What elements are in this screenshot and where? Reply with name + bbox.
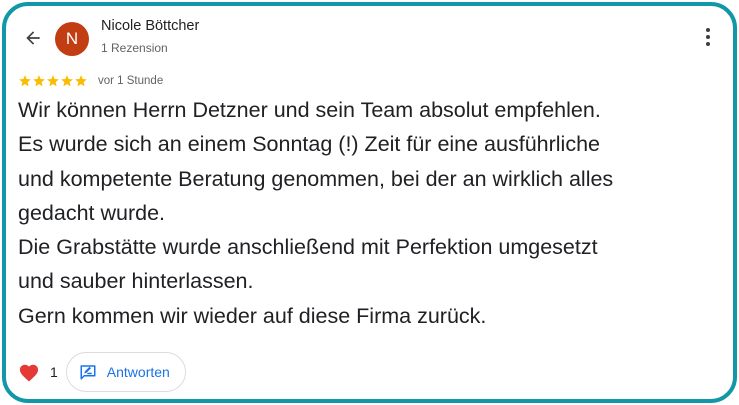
review-text-line: Die Grabstätte wurde anschließend mit Pe…: [18, 235, 598, 260]
review-text: Wir können Herrn Detzner und sein Team a…: [18, 93, 723, 333]
star-icon: [47, 75, 59, 87]
review-text-line: und kompetente Beratung genommen, bei de…: [18, 166, 614, 191]
rating-row: vor 1 Stunde: [18, 74, 163, 88]
author-review-count: 1 Rezension: [101, 41, 168, 55]
reply-icon: [80, 365, 96, 380]
arrow-back-icon: [26, 31, 40, 45]
star-icon: [33, 75, 45, 87]
star-icon: [61, 75, 73, 87]
review-text-line: Gern kommen wir wieder auf diese Firma z…: [18, 303, 487, 328]
more-options-button[interactable]: [703, 26, 713, 48]
review-text-line: und sauber hinterlassen.: [18, 269, 254, 294]
like-button[interactable]: [18, 362, 40, 382]
star-icon: [75, 75, 87, 87]
back-button[interactable]: [20, 25, 46, 51]
heart-icon: [19, 364, 39, 382]
author-name[interactable]: Nicole Böttcher: [101, 18, 199, 34]
review-text-line: Es wurde sich an einem Sonntag (!) Zeit …: [18, 132, 600, 157]
star-icon: [19, 75, 31, 87]
reply-button[interactable]: Antworten: [65, 352, 186, 392]
review-text-line: gedacht wurde.: [18, 200, 166, 225]
review-actions: 1 Antworten: [18, 352, 186, 392]
more-vert-icon: [706, 28, 710, 32]
reply-label: Antworten: [106, 364, 170, 380]
review-text-line: Wir können Herrn Detzner und sein Team a…: [18, 98, 601, 122]
like-count: 1: [50, 364, 58, 380]
star-rating: [18, 74, 88, 88]
avatar-initial: N: [65, 29, 79, 48]
review-time: vor 1 Stunde: [98, 75, 164, 87]
avatar[interactable]: N: [55, 22, 89, 56]
review-card: N Nicole Böttcher 1 Rezension vor 1 Stun…: [2, 2, 737, 403]
